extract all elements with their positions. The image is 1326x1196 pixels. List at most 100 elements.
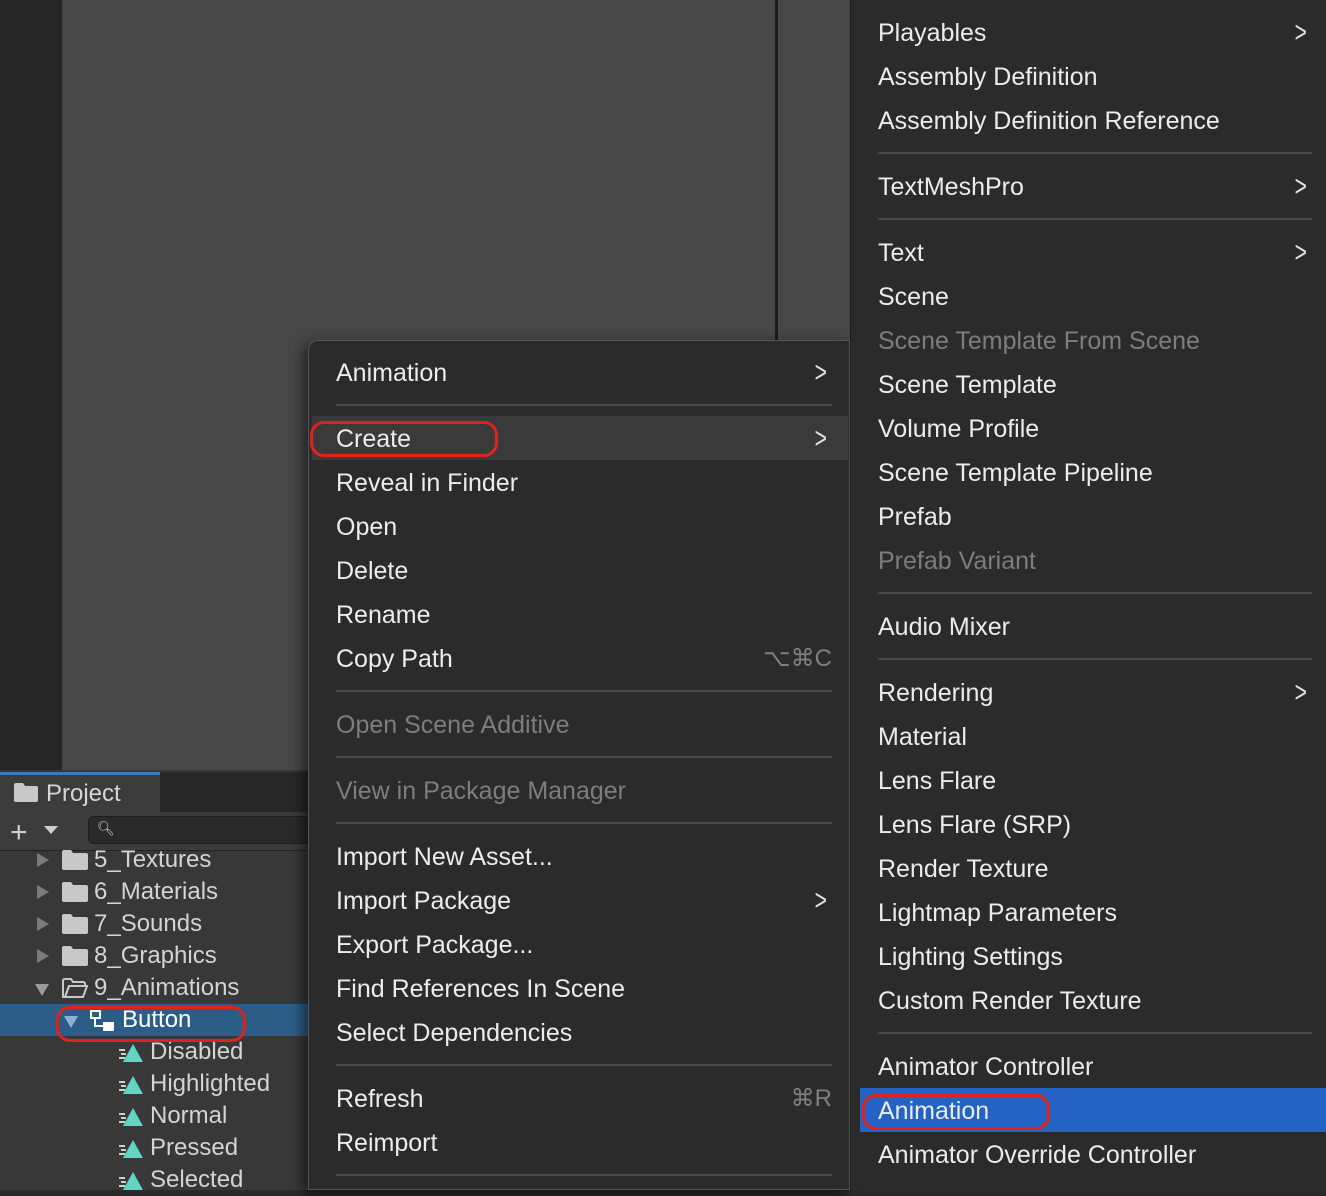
search-input[interactable] xyxy=(88,816,318,844)
tree-item-folder[interactable]: 8_Graphics xyxy=(0,940,308,972)
tree-item-label: Normal xyxy=(150,1102,228,1129)
tree-item-clip[interactable]: Pressed xyxy=(0,1132,308,1164)
menu-separator xyxy=(878,152,1312,154)
tree-item-clip[interactable]: Normal xyxy=(0,1100,308,1132)
menu-separator xyxy=(336,822,832,824)
chevron-right-icon: > xyxy=(814,422,827,455)
animation-clip-icon xyxy=(119,1044,143,1062)
animation-clip-icon xyxy=(119,1140,143,1158)
menu-item-rename[interactable]: Rename xyxy=(336,593,431,637)
submenu-item-lens-flare[interactable]: Lens Flare xyxy=(878,759,996,803)
submenu-item-textmeshpro[interactable]: TextMeshPro xyxy=(878,165,1024,209)
collapse-arrow-icon[interactable] xyxy=(37,949,49,963)
annotation-create xyxy=(310,421,498,457)
submenu-item-lighting-settings[interactable]: Lighting Settings xyxy=(878,935,1063,979)
submenu-item-assembly-definition-reference[interactable]: Assembly Definition Reference xyxy=(878,99,1220,143)
expand-arrow-icon[interactable] xyxy=(35,984,49,996)
menu-separator xyxy=(336,690,832,692)
tree-item-label: Selected xyxy=(150,1166,244,1193)
tree-item-label: 6_Materials xyxy=(94,878,219,905)
submenu-item-lens-flare-srp[interactable]: Lens Flare (SRP) xyxy=(878,803,1071,847)
menu-item-import-new-asset[interactable]: Import New Asset... xyxy=(336,835,553,879)
submenu-item-scene-template-pipeline[interactable]: Scene Template Pipeline xyxy=(878,451,1153,495)
submenu-item-scene[interactable]: Scene xyxy=(878,275,949,319)
tree-item-label: Highlighted xyxy=(150,1070,271,1097)
submenu-item-text[interactable]: Text xyxy=(878,231,924,275)
menu-item-copy-path[interactable]: Copy Path xyxy=(336,637,453,681)
menu-item-delete[interactable]: Delete xyxy=(336,549,408,593)
menu-separator xyxy=(878,658,1312,660)
folder-icon xyxy=(62,914,88,934)
folder-icon xyxy=(62,882,88,902)
submenu-item-assembly-definition[interactable]: Assembly Definition xyxy=(878,55,1098,99)
tree-item-label: 7_Sounds xyxy=(94,910,203,937)
submenu-item-scene-template[interactable]: Scene Template xyxy=(878,363,1057,407)
tree-item-label: 8_Graphics xyxy=(94,942,217,969)
menu-item-view-in-package-manager: View in Package Manager xyxy=(336,777,626,805)
animation-clip-icon xyxy=(119,1108,143,1126)
tree-item-label: 5_Textures xyxy=(94,846,212,873)
menu-separator xyxy=(336,1174,832,1176)
chevron-right-icon: > xyxy=(1294,16,1307,49)
submenu-item-animator-controller[interactable]: Animator Controller xyxy=(878,1045,1093,1089)
tree-item-label: 9_Animations xyxy=(94,974,240,1001)
menu-item-find-references-in-scene[interactable]: Find References In Scene xyxy=(336,967,625,1011)
open-folder-icon xyxy=(62,978,88,998)
menu-item-refresh[interactable]: Refresh xyxy=(336,1077,424,1121)
folder-icon xyxy=(14,783,38,802)
tree-item-label: Pressed xyxy=(150,1134,239,1161)
submenu-item-scene-template-from-scene: Scene Template From Scene xyxy=(878,327,1200,355)
folder-icon xyxy=(62,850,88,870)
menu-separator xyxy=(878,1032,1312,1034)
chevron-right-icon: > xyxy=(814,884,827,917)
menu-item-open-scene-additive: Open Scene Additive xyxy=(336,711,570,739)
menu-separator xyxy=(336,404,832,406)
tree-item-folder[interactable]: 6_Materials xyxy=(0,876,308,908)
menu-separator xyxy=(336,756,832,758)
menu-item-export-package[interactable]: Export Package... xyxy=(336,923,533,967)
animation-clip-icon xyxy=(119,1076,143,1094)
collapse-arrow-icon[interactable] xyxy=(37,885,49,899)
submenu-item-rendering[interactable]: Rendering xyxy=(878,671,993,715)
submenu-item-custom-render-texture[interactable]: Custom Render Texture xyxy=(878,979,1142,1023)
annotation-button xyxy=(56,1006,246,1042)
submenu-item-playables[interactable]: Playables xyxy=(878,11,986,55)
tree-item-clip[interactable]: Highlighted xyxy=(0,1068,308,1100)
submenu-item-lightmap-parameters[interactable]: Lightmap Parameters xyxy=(878,891,1117,935)
menu-item-open[interactable]: Open xyxy=(336,505,397,549)
menu-item-reimport[interactable]: Reimport xyxy=(336,1121,437,1165)
menu-separator xyxy=(878,218,1312,220)
animation-clip-icon xyxy=(119,1172,143,1190)
left-strip xyxy=(0,0,62,770)
menu-item-reveal-in-finder[interactable]: Reveal in Finder xyxy=(336,461,518,505)
chevron-right-icon: > xyxy=(814,356,827,389)
chevron-right-icon: > xyxy=(1294,676,1307,709)
chevron-down-icon[interactable] xyxy=(44,826,58,834)
submenu-item-prefab-variant: Prefab Variant xyxy=(878,547,1036,575)
chevron-right-icon: > xyxy=(1294,236,1307,269)
menu-separator xyxy=(878,592,1312,594)
annotation-animation xyxy=(862,1094,1050,1130)
tree-item-clip[interactable]: Selected xyxy=(0,1164,308,1196)
shortcut-label: ⌥⌘C xyxy=(763,645,832,672)
menu-item-import-package[interactable]: Import Package xyxy=(336,879,511,923)
submenu-item-material[interactable]: Material xyxy=(878,715,967,759)
tree-item-folder[interactable]: 9_Animations xyxy=(0,972,308,1004)
submenu-item-audio-mixer[interactable]: Audio Mixer xyxy=(878,605,1010,649)
scene-view-right xyxy=(778,0,850,340)
submenu-item-volume-profile[interactable]: Volume Profile xyxy=(878,407,1039,451)
folder-icon xyxy=(62,946,88,966)
collapse-arrow-icon[interactable] xyxy=(37,917,49,931)
submenu-item-render-texture[interactable]: Render Texture xyxy=(878,847,1048,891)
tree-item-folder[interactable]: 7_Sounds xyxy=(0,908,308,940)
chevron-right-icon: > xyxy=(1294,170,1307,203)
submenu-item-animator-override-controller[interactable]: Animator Override Controller xyxy=(878,1133,1196,1177)
submenu-item-prefab[interactable]: Prefab xyxy=(878,495,952,539)
collapse-arrow-icon[interactable] xyxy=(37,853,49,867)
menu-item-select-dependencies[interactable]: Select Dependencies xyxy=(336,1011,572,1055)
tree-item-folder[interactable]: 5_Textures xyxy=(0,844,308,876)
menu-separator xyxy=(336,1064,832,1066)
project-tab-label: Project xyxy=(46,780,121,807)
menu-item-animation[interactable]: Animation xyxy=(336,351,447,395)
shortcut-label: ⌘R xyxy=(790,1085,832,1112)
